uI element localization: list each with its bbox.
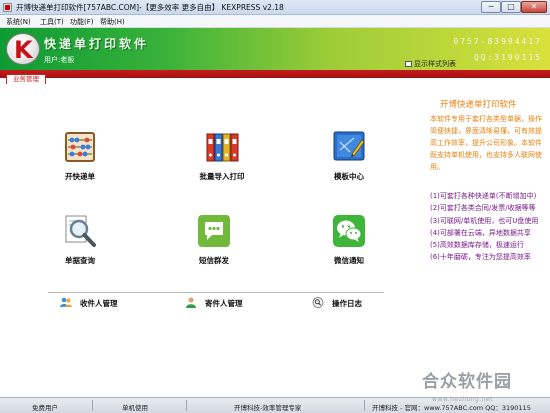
magnifier-icon <box>63 214 97 248</box>
info-feature-list: (1)可套打各种快递单(不断增加中) (2)可套打各类合同/发票/收据等等 (3… <box>430 190 548 264</box>
menu-bar: 系统(N) 工具(T) 功能(F) 帮助(H) <box>0 15 550 28</box>
brand-title: 快递单打印软件 <box>44 37 150 51</box>
list-item: (2)可套打各类合同/发票/收据等等 <box>430 204 536 213</box>
feature-order-query[interactable]: 单据查询 <box>40 214 120 266</box>
menu-help[interactable]: 帮助(H) <box>100 17 125 27</box>
feature-batch-import-print[interactable]: 批量导入打印 <box>182 130 262 182</box>
log-search-icon <box>312 297 324 308</box>
tab-strip <box>0 70 550 78</box>
status-separator <box>92 400 93 411</box>
list-item: (3)可联网/单机使用，也可U盘使用 <box>430 216 539 225</box>
feature-label: 单据查询 <box>65 256 95 265</box>
wechat-icon <box>332 214 366 248</box>
menu-system[interactable]: 系统(N) <box>6 17 31 27</box>
contact-qq: QQ:3190115 <box>473 53 542 62</box>
status-company: 开博科技-效率管理专家 <box>234 404 302 412</box>
watermark: 合众软件园 www.hezhong.net <box>420 367 548 411</box>
sms-icon <box>197 214 231 248</box>
window-title: 开博快递单打印软件[757ABC.COM]-【更多效率 更多自由】 KEXPRE… <box>16 3 284 12</box>
status-license: 免费用户 <box>32 404 58 412</box>
tab-business-management[interactable]: 业务管理 <box>6 74 46 84</box>
minimize-button[interactable]: ─ <box>481 1 501 13</box>
info-title: 开博快递单打印软件 <box>440 100 517 110</box>
operation-log-label: 操作日志 <box>332 299 362 308</box>
feature-wechat-notify[interactable]: 微信通知 <box>309 214 389 266</box>
feature-template-center[interactable]: 模板中心 <box>309 130 389 182</box>
sender-icon <box>185 297 197 308</box>
feature-label: 微信通知 <box>334 256 364 265</box>
feature-label: 批量导入打印 <box>199 172 245 181</box>
blueprint-icon <box>332 130 366 164</box>
menu-tools[interactable]: 工具(T) <box>40 17 64 27</box>
feature-sms-broadcast[interactable]: 短信群发 <box>174 214 254 266</box>
list-item: (1)可套打各种快递单(不断增加中) <box>430 192 537 200</box>
title-bar: 开博快递单打印软件[757ABC.COM]-【更多效率 更多自由】 KEXPRE… <box>0 0 550 15</box>
recipient-management-button[interactable]: 收件人管理 <box>60 297 118 311</box>
kexpress-logo: K <box>6 33 40 65</box>
status-separator <box>364 400 365 411</box>
menu-functions[interactable]: 功能(F) <box>70 17 94 27</box>
sample-link-label: 显示样式列表 <box>414 60 456 68</box>
feature-label: 模板中心 <box>334 172 364 181</box>
list-item: (4)可部署在云端，异地数据共享 <box>430 228 531 237</box>
info-description: 本软件专用于套打各类型单据，操作简便快捷，界面清晰易懂，可有效提高工作效率，提升… <box>430 115 542 171</box>
status-separator <box>186 400 187 411</box>
sender-management-button[interactable]: 寄件人管理 <box>185 297 243 311</box>
recipient-management-label: 收件人管理 <box>80 299 118 308</box>
logo-letter: K <box>14 36 33 64</box>
recipients-icon <box>60 297 72 308</box>
watermark-url: www.hezhong.net <box>432 396 494 403</box>
close-button[interactable]: ✕ <box>521 1 547 13</box>
feature-label: 短信群发 <box>199 256 229 265</box>
list-icon <box>405 61 412 67</box>
abacus-icon <box>63 130 97 164</box>
sender-management-label: 寄件人管理 <box>205 299 243 308</box>
list-item: (5)高效数据库存储，极速运行 <box>430 241 524 250</box>
feature-label: 开快递单 <box>65 172 95 181</box>
app-icon <box>3 3 12 12</box>
contact-phone: 0757-83994417 <box>453 37 542 46</box>
status-mode: 单机使用 <box>122 404 148 412</box>
operation-log-button[interactable]: 操作日志 <box>312 297 362 311</box>
maximize-button[interactable]: □ <box>501 1 521 13</box>
feature-create-waybill[interactable]: 开快递单 <box>40 130 120 182</box>
section-divider <box>48 292 384 293</box>
watermark-text: 合众软件园 <box>422 372 512 392</box>
binders-icon <box>205 130 239 164</box>
show-sample-list-link[interactable]: 显示样式列表 <box>405 59 456 69</box>
current-user: 用户:老板 <box>44 56 75 64</box>
list-item: (6)十年磨砺，专注为您提高效率 <box>430 253 531 262</box>
